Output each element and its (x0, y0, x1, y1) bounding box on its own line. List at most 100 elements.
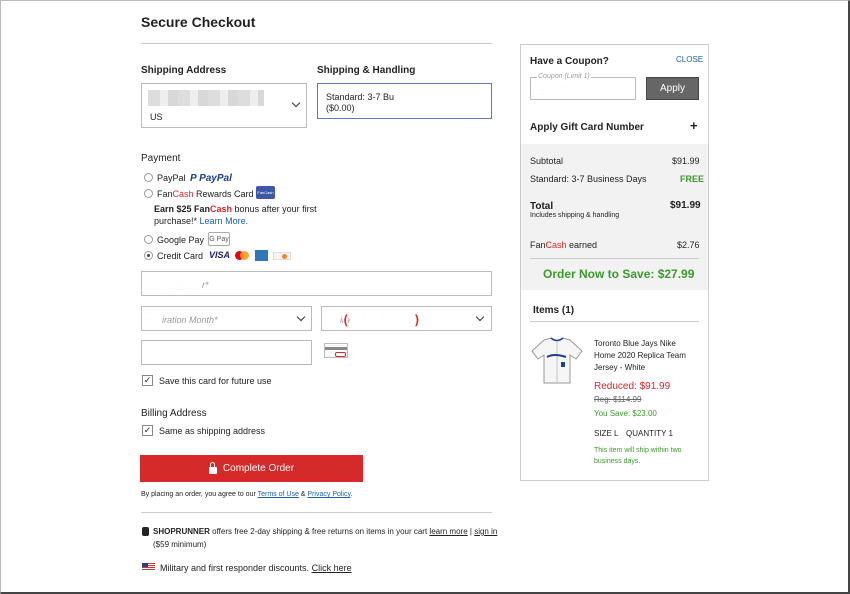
fancash-promo-line2: purchase!* Learn More. (154, 216, 248, 226)
fancash-radio[interactable] (144, 189, 153, 198)
address-country: US (150, 112, 163, 122)
same-as-shipping-checkbox[interactable]: ✓ (142, 425, 153, 436)
cvv-input[interactable]: 카드보안넘버 (141, 340, 312, 365)
shipping-method-line2: ($0.00) (326, 103, 355, 113)
annotation-coupon: 할인코드 (534, 84, 582, 100)
save-banner: Order Now to Save: $27.99 (543, 267, 695, 281)
coupon-apply-button[interactable]: Apply (646, 77, 699, 100)
promo-c: bonus after your first (232, 204, 317, 214)
total-value: $91.99 (670, 200, 701, 211)
privacy-policy-link[interactable]: Privacy Policy (307, 491, 350, 498)
shoprunner-offer: offers free 2-day shipping & free return… (209, 527, 430, 536)
mastercard-icon (235, 251, 249, 260)
fancash-mid: Cash (172, 189, 194, 199)
fancash-label: FanCash Rewards Card (157, 189, 254, 199)
same-as-shipping-label: Same as shipping address (159, 426, 266, 436)
divider (141, 512, 492, 513)
shipping-address-label: Shipping Address (141, 65, 227, 76)
expiration-year-select[interactable]: irat 년 (카드만료일) (321, 306, 492, 331)
annotation-year: 년 (카드만료일) (325, 313, 421, 330)
credit-card-label: Credit Card (157, 251, 204, 261)
coupon-placeholder: Coupon (Limit 1) (537, 73, 591, 80)
annotation-cvv: 카드보안넘버 (145, 347, 223, 364)
shoprunner-learn-more-link[interactable]: learn more (429, 527, 467, 536)
military-text: Military and first responder discounts. … (160, 563, 352, 573)
promo-b: Cash (210, 204, 233, 214)
item-name-line2[interactable]: Home 2020 Replica Team (594, 351, 686, 360)
terms-text: By placing an order, you agree to our Te… (141, 491, 352, 498)
shoprunner-minimum: ($59 minimum) (153, 540, 207, 549)
coupon-title: Have a Coupon? (530, 56, 609, 67)
google-pay-label: Google Pay (157, 235, 205, 245)
terms-end: . (350, 491, 353, 498)
annotation-month: 월 (145, 313, 158, 330)
item-reduced-price: Reduced: $91.99 (594, 381, 671, 392)
save-card-checkbox[interactable]: ✓ (142, 375, 153, 386)
expiration-month-placeholder: iration Month* (162, 315, 218, 325)
google-pay-radio[interactable] (144, 235, 153, 244)
item-ship-note-1: This item will ship within two (594, 447, 682, 454)
credit-card-radio[interactable] (144, 251, 153, 260)
item-savings: You Save: $23.00 (594, 409, 657, 418)
item-regular-price: Reg: $114.99 (594, 395, 642, 404)
discover-icon (273, 252, 291, 260)
coupon-input[interactable]: Coupon (Limit 1) 할인코드 (530, 73, 636, 100)
shoprunner-brand: SHOPRUNNER (153, 527, 210, 536)
shipping-summary-value: FREE (680, 174, 705, 184)
total-label: Total (530, 201, 554, 212)
promo-line2: purchase!* (154, 216, 198, 226)
item-name-line3[interactable]: Jersey - White (594, 363, 645, 372)
items-header: Items (1) (533, 305, 575, 316)
save-card-label: Save this card for future use (159, 376, 272, 386)
learn-more-link[interactable]: Learn More. (200, 216, 249, 226)
subtotal-label: Subtotal (530, 156, 564, 166)
google-pay-icon: G Pay (208, 232, 230, 246)
expiration-month-select[interactable]: 월 iration Month* (141, 306, 312, 331)
us-flag-icon (142, 563, 155, 571)
complete-order-button[interactable]: Complete Order (140, 455, 363, 482)
fancash-prefix: Fan (157, 189, 173, 199)
amex-icon (255, 250, 268, 261)
fancash-earned-label: FanCash earned (530, 240, 597, 250)
coupon-close-link[interactable]: CLOSE (676, 55, 703, 64)
gift-card-label[interactable]: Apply Gift Card Number (530, 122, 644, 133)
shipping-address-select[interactable]: US (141, 83, 307, 128)
item-ship-note-2: business days. (594, 458, 641, 465)
page-title: Secure Checkout (141, 14, 256, 30)
item-size: SIZE L (594, 429, 619, 438)
gift-card-plus-icon[interactable]: + (690, 118, 698, 133)
complete-order-label: Complete Order (222, 463, 295, 474)
shipping-method-select[interactable]: Standard: 3-7 Bu ($0.00) 배송옵션 선택 (317, 83, 492, 119)
chevron-down-icon (296, 312, 306, 322)
fancash-earned-c: earned (566, 240, 598, 250)
item-name-line1[interactable]: Toronto Blue Jays Nike (594, 339, 676, 348)
card-number-input[interactable]: 카드번호 r* (141, 271, 492, 296)
divider (530, 321, 699, 322)
fancash-earned-a: Fan (530, 240, 546, 250)
annotation-card-number: 카드번호 (145, 279, 197, 296)
annotation-shipping-option: 배송옵션 선택 (396, 93, 479, 110)
shipping-handling-label: Shipping & Handling (317, 65, 416, 76)
terms-of-use-link[interactable]: Terms of Use (258, 491, 299, 498)
divider (530, 258, 699, 259)
fancash-suffix: Rewards Card (193, 189, 254, 199)
chevron-down-icon (475, 312, 485, 322)
shipping-summary-label: Standard: 3-7 Business Days (530, 174, 647, 184)
jersey-thumbnail (531, 337, 583, 384)
total-sub: Includes shipping & handling (530, 212, 620, 219)
terms-prefix: By placing an order, you agree to our (141, 491, 258, 498)
paypal-radio[interactable] (144, 173, 153, 182)
gift-card-text: Apply Gift Card Number (530, 122, 644, 133)
promo-a: Earn $25 Fan (154, 204, 211, 214)
billing-address-label: Billing Address (141, 408, 207, 419)
shoprunner-text: SHOPRUNNER offers free 2-day shipping & … (153, 527, 497, 536)
lock-icon (208, 461, 217, 474)
shoprunner-sign-in-link[interactable]: sign in (474, 527, 497, 536)
military-click-here-link[interactable]: Click here (312, 563, 352, 573)
redacted-address (148, 90, 264, 106)
fancash-promo-line1: Earn $25 FanCash bonus after your first (154, 204, 317, 214)
item-quantity: QUANTITY 1 (626, 429, 673, 438)
shoprunner-icon (142, 527, 149, 536)
fancash-earned-b: Cash (545, 240, 567, 250)
card-number-placeholder: r* (202, 280, 209, 290)
